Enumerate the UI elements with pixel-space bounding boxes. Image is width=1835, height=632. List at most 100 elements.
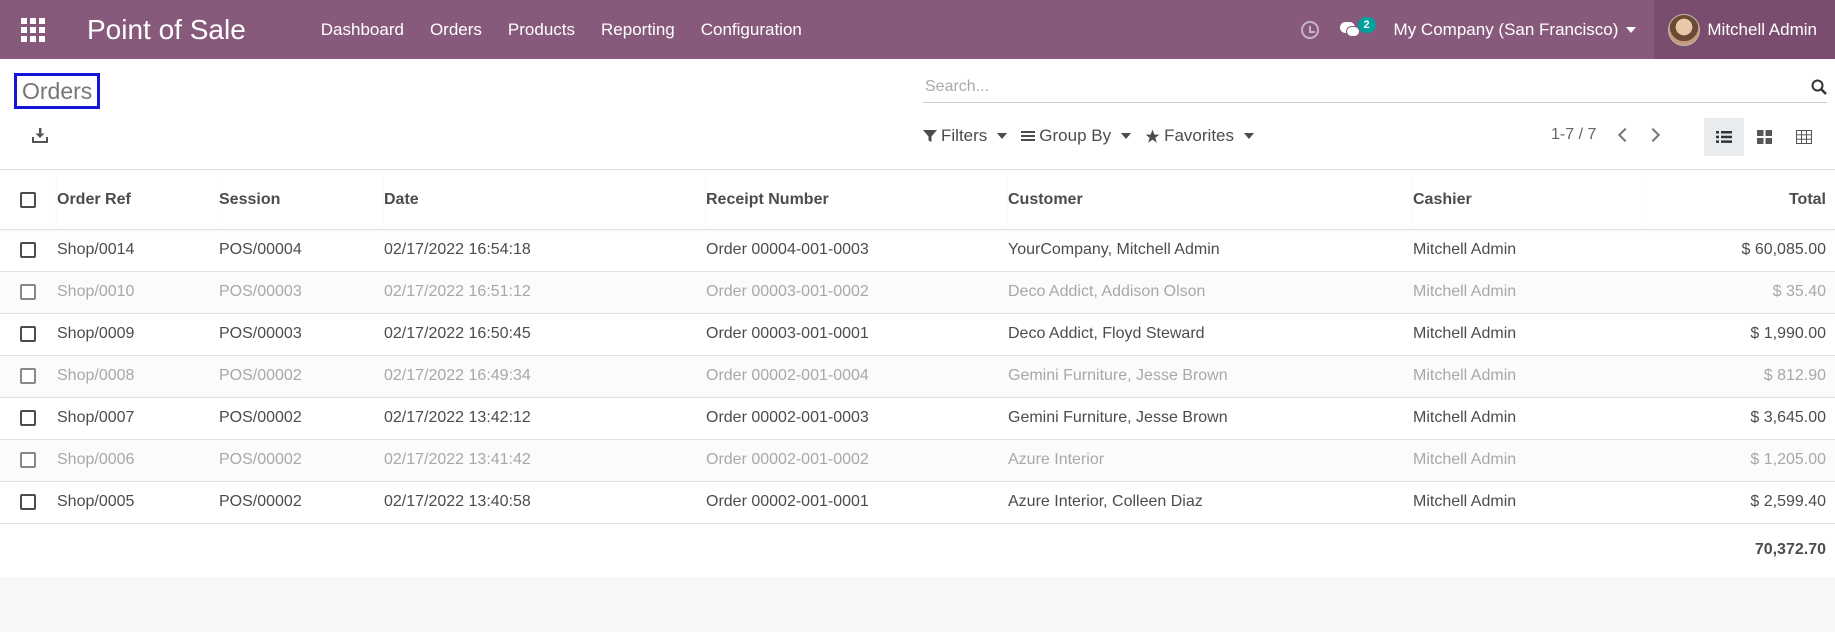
chevron-right-icon[interactable] — [1646, 127, 1661, 143]
receipt-number-cell: Order 00002-001-0003 — [706, 397, 1008, 440]
cashier-cell: Mitchell Admin — [1413, 355, 1643, 398]
row-checkbox[interactable] — [20, 325, 36, 342]
customer-cell: Gemini Furniture, Jesse Brown — [1008, 355, 1413, 398]
pivot-view-icon — [1796, 130, 1812, 144]
row-checkbox[interactable] — [20, 367, 36, 384]
select-all-cell — [0, 171, 57, 230]
message-count-badge: 2 — [1357, 17, 1376, 33]
download-icon — [32, 128, 48, 143]
menu-orders[interactable]: Orders — [417, 0, 495, 59]
company-switcher[interactable]: My Company (San Francisco) — [1370, 20, 1655, 40]
session-cell: POS/00002 — [219, 397, 384, 440]
page-title[interactable]: Orders — [14, 73, 101, 109]
table-row[interactable]: Shop/0005 POS/00002 02/17/2022 13:40:58 Ord… — [0, 481, 1835, 524]
filters-label: Filters — [941, 126, 988, 145]
column-header-customer[interactable]: Customer — [1008, 171, 1413, 230]
row-checkbox[interactable] — [20, 451, 36, 468]
list-view-button[interactable] — [1704, 118, 1744, 156]
favorites-dropdown[interactable]: Favorites — [1145, 126, 1255, 146]
column-header-cashier[interactable]: Cashier — [1413, 171, 1643, 230]
table-row[interactable]: Shop/0010 POS/00003 02/17/2022 16:51:12 Ord… — [0, 271, 1835, 314]
row-select-cell — [0, 313, 57, 356]
user-name: Mitchell Admin — [1707, 19, 1817, 39]
customer-cell: Gemini Furniture, Jesse Brown — [1008, 397, 1413, 440]
order-ref-cell: Shop/0009 — [57, 313, 219, 356]
filters-dropdown[interactable]: Filters — [923, 126, 1008, 146]
control-panel: Orders Filters Group By Favorites — [0, 59, 1835, 170]
column-header-session[interactable]: Session — [219, 171, 384, 230]
cashier-cell: Mitchell Admin — [1413, 271, 1643, 314]
cashier-cell: Mitchell Admin — [1413, 313, 1643, 356]
session-cell: POS/00002 — [219, 481, 384, 524]
column-header-date[interactable]: Date — [384, 171, 706, 230]
cashier-cell: Mitchell Admin — [1413, 229, 1643, 272]
favorites-label: Favorites — [1164, 126, 1235, 145]
table-row[interactable]: Shop/0009 POS/00003 02/17/2022 16:50:45 Ord… — [0, 313, 1835, 356]
date-cell: 02/17/2022 13:41:42 — [384, 439, 706, 482]
app-title[interactable]: Point of Sale — [87, 14, 246, 46]
list-icon — [1021, 131, 1036, 141]
total-cell: $ 812.90 — [1643, 355, 1835, 398]
chevron-left-icon[interactable] — [1618, 127, 1633, 143]
table-row[interactable]: Shop/0006 POS/00002 02/17/2022 13:41:42 Ord… — [0, 439, 1835, 482]
groupby-dropdown[interactable]: Group By — [1021, 126, 1132, 146]
company-name: My Company (San Francisco) — [1393, 19, 1619, 39]
order-ref-cell: Shop/0005 — [57, 481, 219, 524]
menu-configuration[interactable]: Configuration — [688, 0, 815, 59]
star-icon — [1145, 129, 1160, 143]
cashier-cell: Mitchell Admin — [1413, 397, 1643, 440]
table-header: Order Ref Session Date Receipt Number Cu… — [0, 171, 1835, 230]
row-checkbox[interactable] — [20, 241, 36, 258]
date-cell: 02/17/2022 13:40:58 — [384, 481, 706, 524]
order-ref-cell: Shop/0010 — [57, 271, 219, 314]
kanban-view-button[interactable] — [1744, 118, 1784, 156]
activity-button[interactable] — [1290, 0, 1330, 59]
column-header-order-ref[interactable]: Order Ref — [57, 171, 219, 230]
filter-icon — [923, 130, 937, 142]
caret-down-icon — [1244, 133, 1255, 139]
search-input[interactable] — [923, 73, 1783, 101]
row-checkbox[interactable] — [20, 493, 36, 510]
apps-menu-button[interactable] — [0, 0, 66, 59]
row-select-cell — [0, 271, 57, 314]
caret-down-icon — [1121, 133, 1132, 139]
pager-value[interactable]: 1-7 / 7 — [1551, 126, 1596, 144]
order-ref-cell: Shop/0014 — [57, 229, 219, 272]
column-header-total[interactable]: Total — [1643, 171, 1835, 230]
chat-icon — [1339, 21, 1360, 38]
top-navbar: Point of Sale Dashboard Orders Products … — [0, 0, 1835, 59]
main-menu: Dashboard Orders Products Reporting Conf… — [308, 0, 815, 59]
row-checkbox[interactable] — [20, 283, 36, 300]
select-all-checkbox[interactable] — [20, 191, 36, 208]
total-cell: $ 2,599.40 — [1643, 481, 1835, 524]
table-row[interactable]: Shop/0007 POS/00002 02/17/2022 13:42:12 Ord… — [0, 397, 1835, 440]
grand-total: 70,372.70 — [1754, 541, 1826, 559]
column-header-receipt-number[interactable]: Receipt Number — [706, 171, 1008, 230]
date-cell: 02/17/2022 16:49:34 — [384, 355, 706, 398]
search-bar — [923, 73, 1827, 103]
menu-reporting[interactable]: Reporting — [588, 0, 688, 59]
session-cell: POS/00004 — [219, 229, 384, 272]
table-row[interactable]: Shop/0008 POS/00002 02/17/2022 16:49:34 Ord… — [0, 355, 1835, 398]
row-select-cell — [0, 439, 57, 482]
systray: 2 My Company (San Francisco) Mitchell Ad… — [1290, 0, 1835, 59]
pivot-view-button[interactable] — [1784, 118, 1824, 156]
session-cell: POS/00003 — [219, 271, 384, 314]
download-button[interactable] — [32, 127, 48, 148]
apps-grid-icon — [21, 17, 45, 42]
menu-dashboard[interactable]: Dashboard — [308, 0, 417, 59]
avatar — [1668, 13, 1701, 46]
search-icon[interactable] — [1811, 79, 1827, 95]
row-select-cell — [0, 229, 57, 272]
groupby-label: Group By — [1039, 126, 1112, 145]
receipt-number-cell: Order 00003-001-0002 — [706, 271, 1008, 314]
user-menu[interactable]: Mitchell Admin — [1654, 0, 1835, 59]
menu-products[interactable]: Products — [495, 0, 588, 59]
orders-table: Order Ref Session Date Receipt Number Cu… — [0, 171, 1835, 577]
row-checkbox[interactable] — [20, 409, 36, 426]
messages-button[interactable]: 2 — [1330, 0, 1376, 59]
table-row[interactable]: Shop/0014 POS/00004 02/17/2022 16:54:18 Ord… — [0, 229, 1835, 272]
cashier-cell: Mitchell Admin — [1413, 439, 1643, 482]
orders-list: Order Ref Session Date Receipt Number Cu… — [0, 171, 1835, 577]
total-cell: $ 1,205.00 — [1643, 439, 1835, 482]
